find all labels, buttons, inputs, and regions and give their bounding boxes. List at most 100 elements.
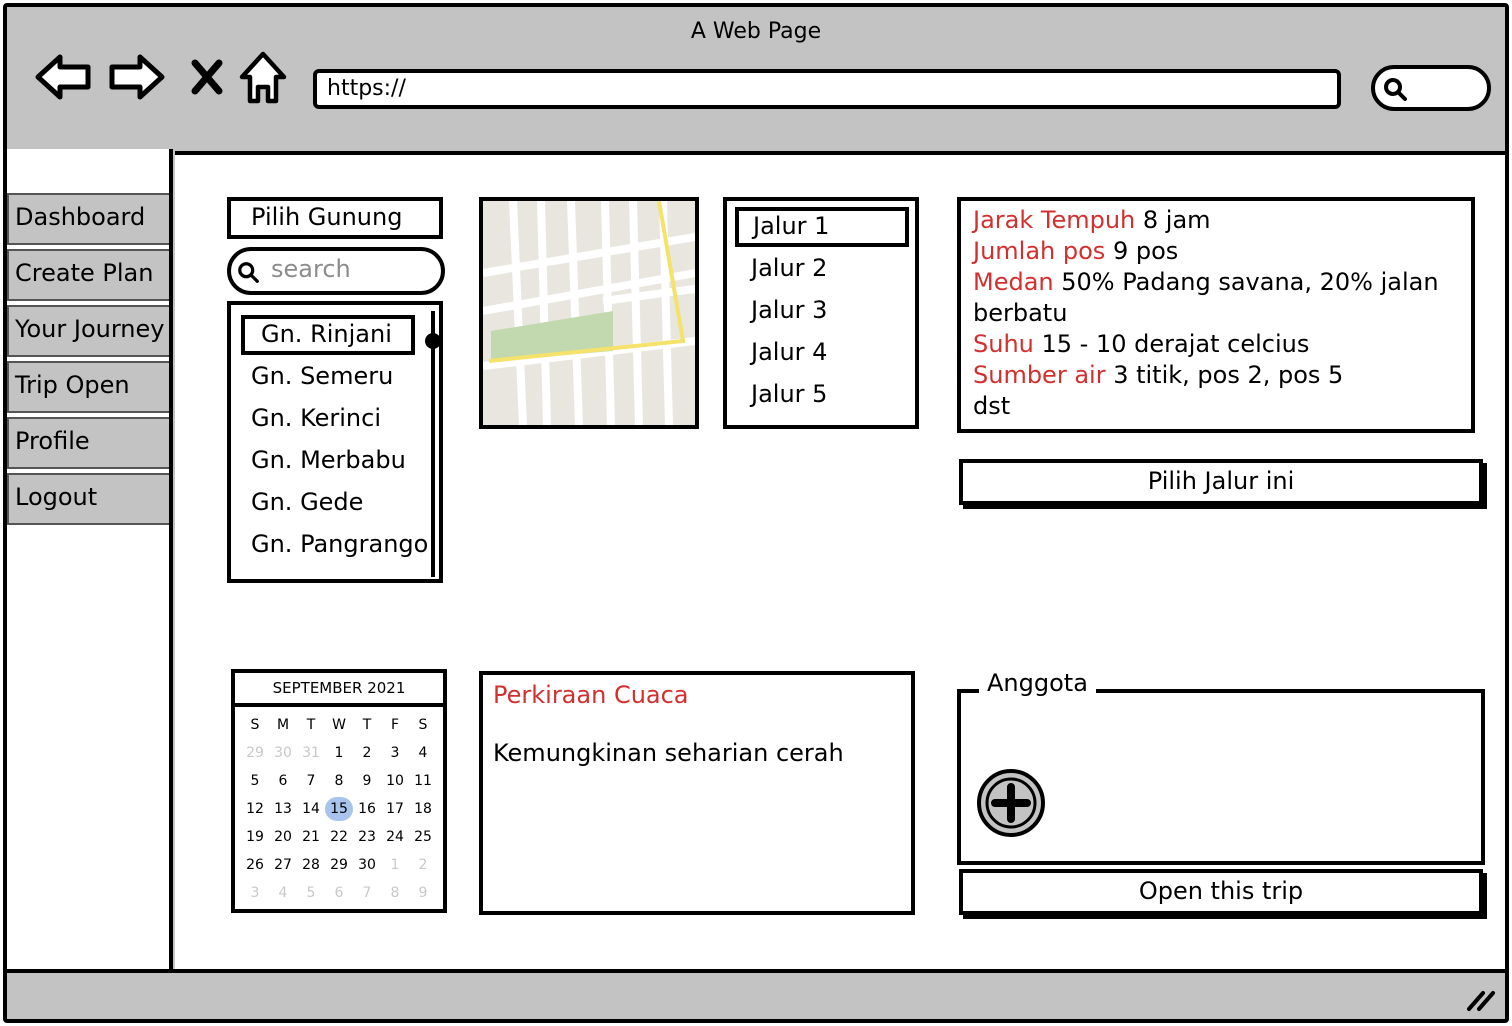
route-list: Jalur 1 Jalur 2 Jalur 3 Jalur 4 Jalur 5 [723,197,919,429]
calendar-day[interactable]: 8 [381,881,409,905]
stop-button[interactable] [177,47,237,107]
calendar-day[interactable]: 2 [353,741,381,765]
calendar-day[interactable]: 8 [325,769,353,793]
calendar-month: SEPTEMBER 2021 [235,673,443,707]
route-info-panel: Jarak Tempuh 8 jam Jumlah pos 9 pos Meda… [957,197,1475,433]
calendar-day[interactable]: 26 [241,853,269,877]
calendar-day[interactable]: 11 [409,769,437,793]
calendar-day[interactable]: 3 [381,741,409,765]
info-posts: Jumlah pos 9 pos [973,237,1179,265]
calendar[interactable]: SEPTEMBER 2021 S M T W T F S 29 30 31 1 2 3 4 5 6 7 8 9 10 1… [231,669,447,913]
route-map[interactable] [479,197,699,429]
info-distance: Jarak Tempuh 8 jam [973,206,1211,234]
sidebar-item-create-plan[interactable]: Create Plan [7,249,169,301]
calendar-day[interactable]: 30 [353,853,381,877]
calendar-day[interactable]: 7 [353,881,381,905]
scrollbar-thumb[interactable] [425,333,441,349]
calendar-day[interactable]: 23 [353,825,381,849]
calendar-day[interactable]: 13 [269,797,297,821]
browser-search-field[interactable] [1371,65,1491,111]
scrollbar-track[interactable] [431,311,435,577]
close-icon [191,59,223,95]
calendar-day[interactable]: 16 [353,797,381,821]
calendar-day[interactable]: 27 [269,853,297,877]
calendar-day[interactable]: 29 [325,853,353,877]
calendar-day[interactable]: 5 [241,769,269,793]
url-input[interactable]: https:// [313,69,1341,109]
members-title: Anggota [979,669,1096,697]
list-item[interactable]: Jalur 2 [727,247,915,289]
calendar-day[interactable]: 22 [325,825,353,849]
calendar-day[interactable]: 30 [269,741,297,765]
info-water: Sumber air 3 titik, pos 2, pos 5 [973,361,1344,389]
search-placeholder: search [271,255,351,283]
calendar-weekday: W [332,717,346,733]
main-content: Pilih Gunung search Gn. Rinjani Gn. Seme… [175,151,1505,975]
calendar-day[interactable]: 10 [381,769,409,793]
calendar-day[interactable]: 2 [409,853,437,877]
list-item[interactable]: Jalur 4 [727,331,915,373]
calendar-day[interactable]: 9 [409,881,437,905]
list-item[interactable]: Jalur 5 [727,373,915,415]
arrow-left-icon [35,54,91,100]
list-item[interactable]: Gn. Gede [231,481,439,523]
calendar-weekday: M [276,717,290,733]
sidebar-item-logout[interactable]: Logout [7,473,169,525]
calendar-day[interactable]: 18 [409,797,437,821]
sidebar-item-dashboard[interactable]: Dashboard [7,193,169,245]
calendar-day[interactable]: 1 [381,853,409,877]
calendar-day[interactable]: 15 [325,797,353,821]
browser-window: A Web Page https:// Dashboard Create Pla… [3,3,1509,1023]
calendar-day[interactable]: 6 [269,769,297,793]
calendar-weekday: T [362,717,372,733]
weather-panel: Perkiraan Cuaca Kemungkinan seharian cer… [479,671,915,915]
mountain-search-input[interactable]: search [227,247,445,295]
info-temperature: Suhu 15 - 10 derajat celcius [973,330,1310,358]
calendar-day[interactable]: 29 [241,741,269,765]
list-item[interactable]: Gn. Rinjani [241,315,415,355]
sidebar-item-trip-open[interactable]: Trip Open [7,361,169,413]
info-terrain: Medan 50% Padang savana, 20% jalan berba… [973,268,1439,327]
calendar-day[interactable]: 31 [297,741,325,765]
calendar-day[interactable]: 20 [269,825,297,849]
status-bar [7,969,1505,1019]
sidebar-item-profile[interactable]: Profile [7,417,169,469]
calendar-day[interactable]: 7 [297,769,325,793]
calendar-day[interactable]: 12 [241,797,269,821]
arrow-right-icon [109,54,165,100]
back-button[interactable] [33,47,93,107]
resize-grip-icon[interactable] [1465,983,1499,1013]
list-item[interactable]: Gn. Kerinci [231,397,439,439]
calendar-day[interactable]: 5 [297,881,325,905]
select-route-button[interactable]: Pilih Jalur ini [959,459,1483,505]
list-item[interactable]: Gn. Merbabu [231,439,439,481]
list-item[interactable]: Gn. Semeru [231,355,439,397]
open-trip-button[interactable]: Open this trip [959,869,1483,915]
add-member-button[interactable] [975,767,1047,843]
calendar-day[interactable]: 17 [381,797,409,821]
calendar-day[interactable]: 24 [381,825,409,849]
weather-text: Kemungkinan seharian cerah [493,739,844,767]
list-item[interactable]: Jalur 1 [735,207,909,247]
calendar-day[interactable]: 14 [297,797,325,821]
map-image [483,201,695,425]
calendar-day[interactable]: 4 [409,741,437,765]
home-button[interactable] [233,47,293,107]
sidebar-item-your-journey[interactable]: Your Journey [7,305,169,357]
calendar-day[interactable]: 19 [241,825,269,849]
calendar-day[interactable]: 28 [297,853,325,877]
calendar-day[interactable]: 25 [409,825,437,849]
list-item[interactable]: Gn. Pangrango [231,523,439,565]
calendar-day[interactable]: 3 [241,881,269,905]
plus-circle-icon [977,769,1045,837]
calendar-weekday: S [250,717,260,733]
calendar-day[interactable]: 1 [325,741,353,765]
forward-button[interactable] [107,47,167,107]
calendar-day[interactable]: 21 [297,825,325,849]
mountain-select-label[interactable]: Pilih Gunung [227,197,443,239]
calendar-day[interactable]: 6 [325,881,353,905]
calendar-day[interactable]: 4 [269,881,297,905]
window-title: A Web Page [690,19,822,44]
calendar-day[interactable]: 9 [353,769,381,793]
list-item[interactable]: Jalur 3 [727,289,915,331]
